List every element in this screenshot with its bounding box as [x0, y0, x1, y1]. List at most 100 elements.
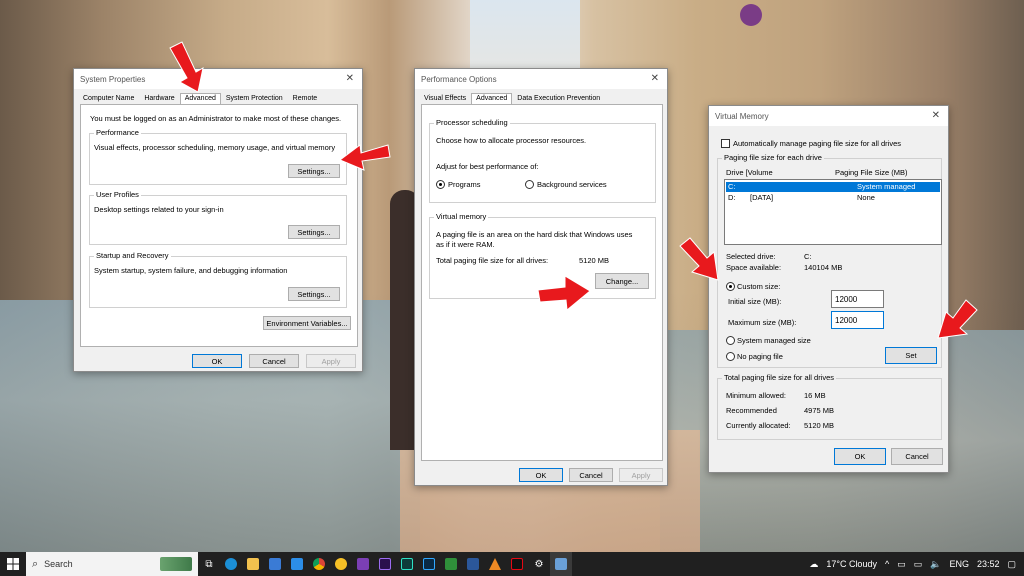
performance-desc: Visual effects, processor scheduling, me… — [94, 143, 336, 152]
audition-icon[interactable] — [396, 552, 418, 576]
recommended-label: Recommended — [726, 406, 777, 415]
programs-label: Programs — [448, 180, 481, 189]
currently-allocated-value: 5120 MB — [804, 421, 835, 430]
close-icon[interactable]: ✕ — [932, 110, 940, 121]
ok-button[interactable]: OK — [834, 448, 886, 465]
vm-total-label: Total paging file size for all drives: — [436, 256, 549, 265]
drive-letter: C: — [728, 182, 736, 191]
paging-file-group: Paging file size for each drive Drive [V… — [717, 153, 942, 368]
photoshop-icon[interactable] — [418, 552, 440, 576]
custom-size-radio[interactable] — [726, 282, 735, 291]
initial-size-label: Initial size (MB): — [728, 297, 782, 306]
cancel-button[interactable]: Cancel — [249, 354, 299, 368]
virtual-memory-group: Virtual memory A paging file is an area … — [429, 212, 656, 299]
vlc-icon[interactable] — [484, 552, 506, 576]
startup-settings-button[interactable]: Settings... — [288, 287, 340, 301]
vm-desc-line1: A paging file is an area on the hard dis… — [436, 230, 633, 239]
notification-icon[interactable]: ▢ — [1007, 559, 1016, 570]
processor-desc: Choose how to allocate processor resourc… — [436, 136, 587, 145]
clock[interactable]: 23:52 — [977, 559, 1000, 569]
cancel-button[interactable]: Cancel — [569, 468, 613, 482]
mail-icon[interactable] — [286, 552, 308, 576]
window-title: Performance Options — [421, 74, 497, 84]
adjust-label: Adjust for best performance of: — [436, 162, 539, 171]
network-icon[interactable]: ▭ — [897, 559, 906, 570]
settings-gear-icon[interactable]: ⚙ — [528, 552, 550, 576]
system-managed-radio[interactable] — [726, 336, 735, 345]
app-green-icon[interactable] — [440, 552, 462, 576]
flower-decoration — [740, 4, 762, 26]
system-properties-titlebar: System Properties ✕ — [74, 69, 362, 89]
total-paging-section-label: Total paging file size for all drives — [722, 373, 837, 382]
drive-row-d[interactable]: D: [DATA] None — [726, 193, 940, 203]
windows-logo-icon — [7, 558, 19, 570]
set-button[interactable]: Set — [885, 347, 937, 364]
start-button[interactable] — [0, 552, 26, 576]
apply-button[interactable]: Apply — [619, 468, 663, 482]
chrome-icon[interactable] — [308, 552, 330, 576]
processor-scheduling-group: Processor scheduling Choose how to alloc… — [429, 118, 656, 203]
auto-manage-checkbox[interactable] — [721, 139, 730, 148]
recommended-value: 4975 MB — [804, 406, 835, 415]
drive-row-c[interactable]: C: System managed — [726, 182, 940, 192]
startup-recovery-label: Startup and Recovery — [94, 251, 171, 260]
environment-variables-button[interactable]: Environment Variables... — [263, 316, 351, 330]
ok-button[interactable]: OK — [519, 468, 563, 482]
drive-letter: D: — [728, 193, 736, 202]
taskbar-search-box[interactable]: ⌕ Search — [26, 552, 198, 576]
performance-group: Performance Visual effects, processor sc… — [89, 128, 347, 185]
apply-button[interactable]: Apply — [306, 354, 356, 368]
chevron-up-icon[interactable]: ^ — [885, 559, 889, 569]
startup-recovery-group: Startup and Recovery System startup, sys… — [89, 251, 347, 308]
netflix-icon[interactable] — [506, 552, 528, 576]
close-icon[interactable]: ✕ — [651, 73, 659, 84]
auto-manage-label: Automatically manage paging file size fo… — [733, 139, 901, 148]
performance-label: Performance — [94, 128, 141, 137]
maximum-size-label: Maximum size (MB): — [728, 318, 797, 327]
performance-settings-button[interactable]: Settings... — [288, 164, 340, 178]
system-properties-taskbar-icon[interactable] — [550, 552, 572, 576]
virtual-memory-label: Virtual memory — [434, 212, 489, 221]
close-icon[interactable]: ✕ — [346, 73, 354, 84]
space-available-value: 140104 MB — [804, 263, 843, 272]
user-profiles-group: User Profiles Desktop settings related t… — [89, 190, 347, 245]
file-explorer-icon[interactable] — [242, 552, 264, 576]
window-title: Virtual Memory — [715, 111, 769, 121]
language-indicator[interactable]: ENG — [949, 559, 969, 569]
app-purple-icon[interactable] — [352, 552, 374, 576]
app-yellow-icon[interactable] — [330, 552, 352, 576]
advanced-tab-pane: Processor scheduling Choose how to alloc… — [421, 104, 663, 461]
ok-button[interactable]: OK — [192, 354, 242, 368]
battery-icon[interactable]: ▭ — [914, 559, 923, 570]
user-profiles-settings-button[interactable]: Settings... — [288, 225, 340, 239]
initial-size-input[interactable]: 12000 — [831, 290, 884, 308]
task-view-icon[interactable]: ⧉ — [198, 552, 220, 576]
search-icon: ⌕ — [32, 557, 39, 570]
programs-radio[interactable] — [436, 180, 445, 189]
background-services-radio[interactable] — [525, 180, 534, 189]
weather-icon[interactable]: ☁ — [809, 559, 818, 570]
maximum-size-input[interactable]: 12000 — [831, 311, 884, 329]
weather-text[interactable]: 17°C Cloudy — [826, 559, 877, 569]
cancel-button[interactable]: Cancel — [891, 448, 943, 465]
store-icon[interactable] — [264, 552, 286, 576]
col-size-header: Paging File Size (MB) — [835, 168, 908, 177]
performance-options-titlebar: Performance Options ✕ — [415, 69, 667, 89]
premiere-icon[interactable] — [374, 552, 396, 576]
minimum-allowed-value: 16 MB — [804, 391, 826, 400]
volume-icon[interactable]: 🔈 — [930, 559, 941, 570]
window-title: System Properties — [80, 74, 146, 84]
processor-scheduling-label: Processor scheduling — [434, 118, 510, 127]
no-paging-file-radio[interactable] — [726, 352, 735, 361]
advanced-tab-pane: You must be logged on as an Administrato… — [80, 104, 358, 347]
word-icon[interactable] — [462, 552, 484, 576]
selected-drive-value: C: — [804, 252, 812, 261]
change-button[interactable]: Change... — [595, 273, 649, 289]
drive-size: System managed — [857, 182, 916, 191]
system-tray: ☁ 17°C Cloudy ^ ▭ ▭ 🔈 ENG 23:52 ▢ — [809, 559, 1024, 570]
edge-icon[interactable] — [220, 552, 242, 576]
performance-options-window: Performance Options ✕ Visual Effects Adv… — [414, 68, 668, 486]
drive-list[interactable]: C: System managed D: [DATA] None — [724, 179, 942, 245]
virtual-memory-titlebar: Virtual Memory ✕ — [709, 106, 948, 126]
col-drive-header: Drive [Volume — [726, 168, 773, 177]
